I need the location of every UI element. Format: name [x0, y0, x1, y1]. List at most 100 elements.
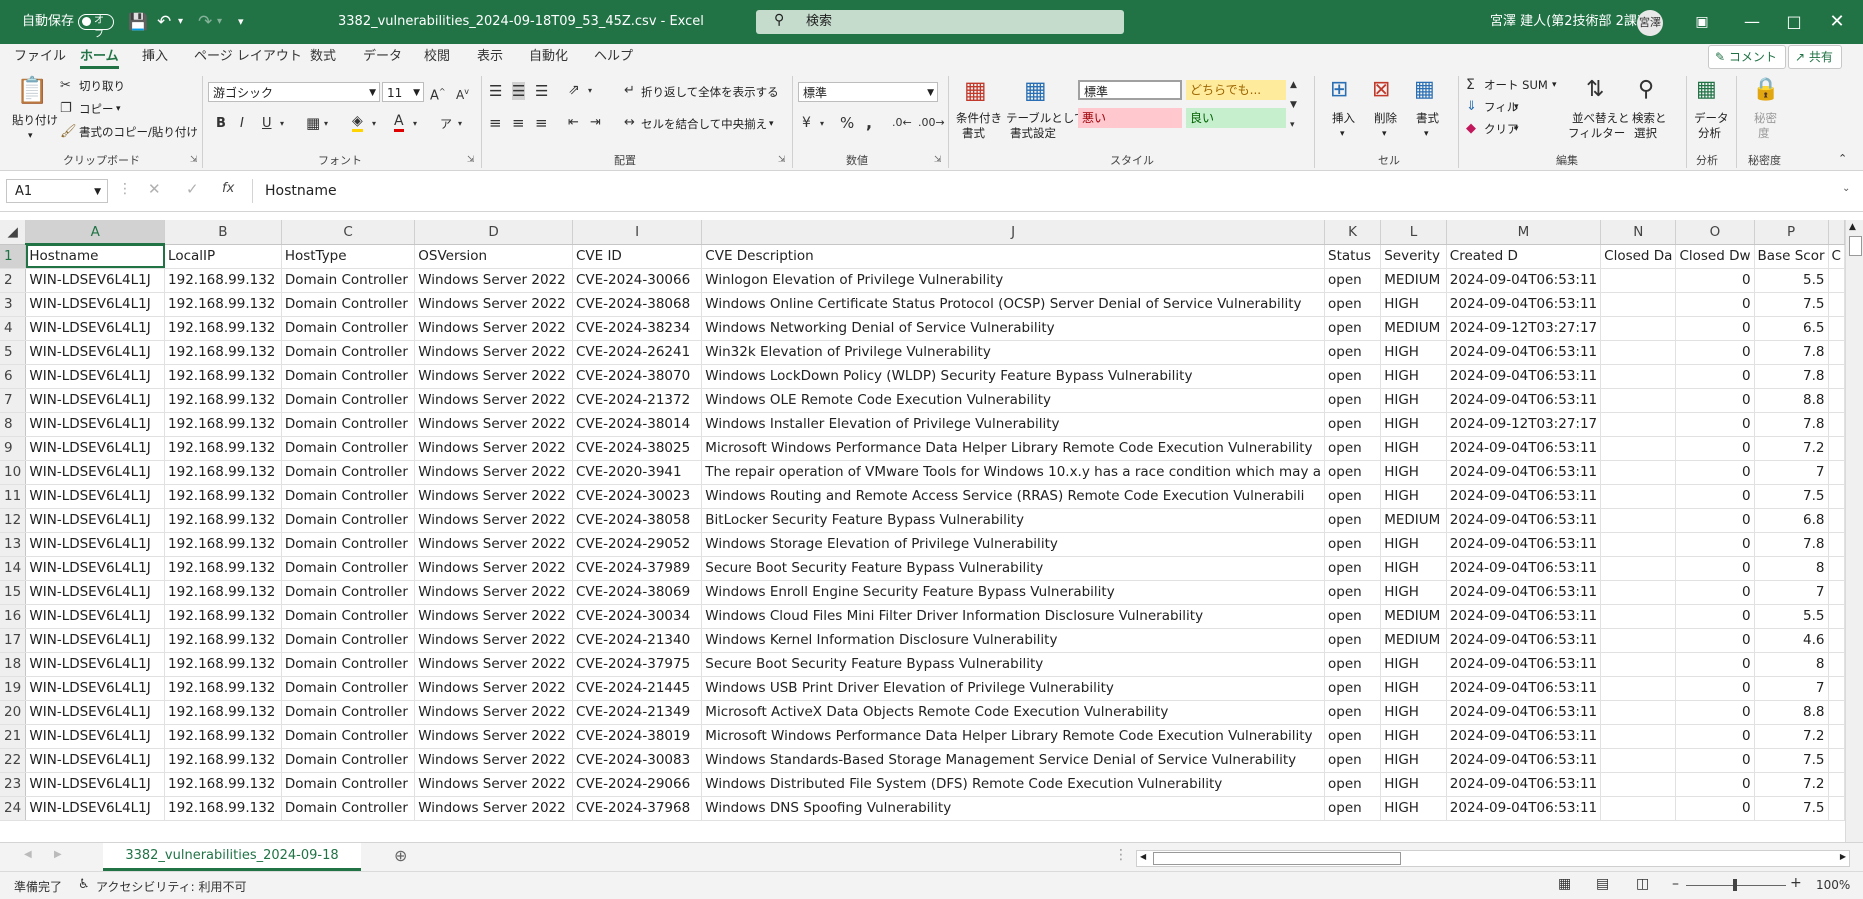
cell[interactable]: Windows Installer Elevation of Privilege… — [701, 412, 1325, 437]
cell[interactable]: open — [1324, 604, 1382, 629]
cell[interactable]: open — [1324, 676, 1382, 701]
cell[interactable]: open — [1324, 268, 1382, 293]
cell[interactable]: Domain Controller — [281, 796, 416, 821]
chevron-down-icon[interactable]: ▾ — [820, 115, 824, 133]
cell[interactable]: Windows Server 2022 — [414, 652, 573, 677]
cell[interactable]: WIN-LDSEV6L4L1J — [25, 628, 166, 653]
analyze-data-line1[interactable]: データ — [1694, 110, 1729, 126]
cell[interactable]: MEDIUM — [1380, 604, 1447, 629]
cell[interactable]: 0 — [1675, 340, 1755, 365]
tab-view[interactable]: 表示 — [477, 44, 503, 70]
chevron-down-icon[interactable]: ▾ — [769, 116, 774, 132]
cell[interactable]: 7.5 — [1754, 748, 1829, 773]
cell[interactable]: 7.2 — [1754, 772, 1829, 797]
accessibility-status[interactable]: アクセシビリティ: 利用不可 — [96, 878, 247, 895]
cell[interactable]: Domain Controller — [281, 436, 416, 461]
cell[interactable]: open — [1324, 580, 1382, 605]
cell[interactable]: 7.8 — [1754, 412, 1829, 437]
cell[interactable]: WIN-LDSEV6L4L1J — [25, 508, 166, 533]
cell[interactable]: Created D — [1446, 244, 1602, 269]
cell[interactable]: 8 — [1754, 652, 1829, 677]
cell[interactable]: 192.168.99.132 — [164, 724, 282, 749]
comment-button[interactable]: ✎ コメント — [1708, 45, 1786, 69]
cell[interactable]: CVE ID — [572, 244, 703, 269]
cell[interactable] — [1600, 316, 1677, 341]
cell[interactable]: 2024-09-04T06:53:11 — [1446, 604, 1602, 629]
cell[interactable]: 7 — [1754, 460, 1829, 485]
cell[interactable]: 2024-09-04T06:53:11 — [1446, 460, 1602, 485]
scrollbar-thumb[interactable] — [1849, 236, 1862, 256]
cell[interactable] — [1600, 460, 1677, 485]
column-header[interactable]: A — [25, 220, 166, 245]
cell[interactable]: 2024-09-04T06:53:11 — [1446, 724, 1602, 749]
cell[interactable]: 192.168.99.132 — [164, 532, 282, 557]
cell[interactable] — [1828, 748, 1845, 773]
row-header[interactable]: 13 — [0, 532, 27, 557]
merge-center-button[interactable]: セルを結合して中央揃え — [641, 116, 767, 132]
cell[interactable]: Windows Server 2022 — [414, 364, 573, 389]
cell[interactable] — [1600, 700, 1677, 725]
column-header[interactable]: J — [701, 220, 1325, 245]
tab-formulas[interactable]: 数式 — [310, 44, 336, 70]
cell[interactable]: CVE-2024-38019 — [572, 724, 703, 749]
decrease-font-icon[interactable]: Av — [456, 83, 469, 104]
cell[interactable]: 8 — [1754, 556, 1829, 581]
increase-decimal-icon[interactable]: .0← — [892, 114, 912, 132]
cell[interactable] — [1828, 460, 1845, 485]
accessibility-icon[interactable]: ♿ — [78, 877, 90, 892]
cell[interactable]: Windows Server 2022 — [414, 292, 573, 317]
cell[interactable]: Windows Enroll Engine Security Feature B… — [701, 580, 1325, 605]
page-layout-view-icon[interactable]: ▤ — [1596, 876, 1609, 892]
conditional-format-line2[interactable]: 書式 — [962, 125, 985, 141]
font-color-icon[interactable]: A — [394, 114, 404, 132]
cell[interactable]: 2024-09-04T06:53:11 — [1446, 292, 1602, 317]
cell[interactable]: open — [1324, 436, 1382, 461]
cell[interactable]: Domain Controller — [281, 484, 416, 509]
cell[interactable]: HIGH — [1380, 532, 1447, 557]
cell[interactable] — [1828, 436, 1845, 461]
minimize-button[interactable]: — — [1730, 0, 1774, 44]
cell[interactable]: Windows Server 2022 — [414, 460, 573, 485]
cell[interactable]: WIN-LDSEV6L4L1J — [25, 724, 166, 749]
cell[interactable]: MEDIUM — [1380, 508, 1447, 533]
cell[interactable]: WIN-LDSEV6L4L1J — [25, 388, 166, 413]
row-header[interactable]: 18 — [0, 652, 27, 677]
undo-dropdown-icon[interactable]: ▾ — [178, 0, 183, 44]
format-as-table-icon[interactable]: ▦ — [1024, 76, 1047, 104]
cell[interactable] — [1828, 316, 1845, 341]
cell[interactable]: CVE-2024-37989 — [572, 556, 703, 581]
cell[interactable] — [1828, 484, 1845, 509]
styles-scroll-up-icon[interactable]: ▲ — [1290, 76, 1297, 94]
cell[interactable]: Domain Controller — [281, 772, 416, 797]
align-top-icon[interactable]: ☰ — [489, 82, 502, 100]
chevron-down-icon[interactable]: ▾ — [1340, 126, 1345, 142]
cell[interactable]: HIGH — [1380, 676, 1447, 701]
cell[interactable]: 0 — [1675, 700, 1755, 725]
cell[interactable]: 192.168.99.132 — [164, 412, 282, 437]
chevron-down-icon[interactable]: ▾ — [1514, 121, 1519, 137]
zoom-slider-thumb[interactable] — [1733, 879, 1737, 891]
tab-home[interactable]: ホーム — [80, 44, 119, 70]
cell[interactable]: 0 — [1675, 508, 1755, 533]
horizontal-scrollbar[interactable]: ◀ ▶ — [1136, 850, 1850, 867]
cell[interactable] — [1828, 796, 1845, 821]
cell[interactable]: open — [1324, 796, 1382, 821]
cell[interactable]: open — [1324, 556, 1382, 581]
cell[interactable]: open — [1324, 340, 1382, 365]
cell[interactable]: 192.168.99.132 — [164, 796, 282, 821]
row-header[interactable]: 5 — [0, 340, 27, 365]
analyze-data-line2[interactable]: 分析 — [1698, 125, 1721, 141]
cell[interactable]: HIGH — [1380, 652, 1447, 677]
cell[interactable]: Windows Cloud Files Mini Filter Driver I… — [701, 604, 1325, 629]
cell[interactable]: Windows LockDown Policy (WLDP) Security … — [701, 364, 1325, 389]
cell[interactable]: open — [1324, 412, 1382, 437]
cell[interactable]: CVE-2024-21349 — [572, 700, 703, 725]
cut-label[interactable]: 切り取り — [79, 78, 125, 94]
cell[interactable]: HIGH — [1380, 340, 1447, 365]
cell[interactable] — [1600, 556, 1677, 581]
increase-indent-icon[interactable]: ⇥ — [590, 114, 601, 132]
tab-automate[interactable]: 自動化 — [529, 44, 568, 70]
row-header[interactable]: 6 — [0, 364, 27, 389]
find-select-icon[interactable]: ⚲ — [1638, 76, 1654, 104]
cell[interactable]: Winlogon Elevation of Privilege Vulnerab… — [701, 268, 1325, 293]
